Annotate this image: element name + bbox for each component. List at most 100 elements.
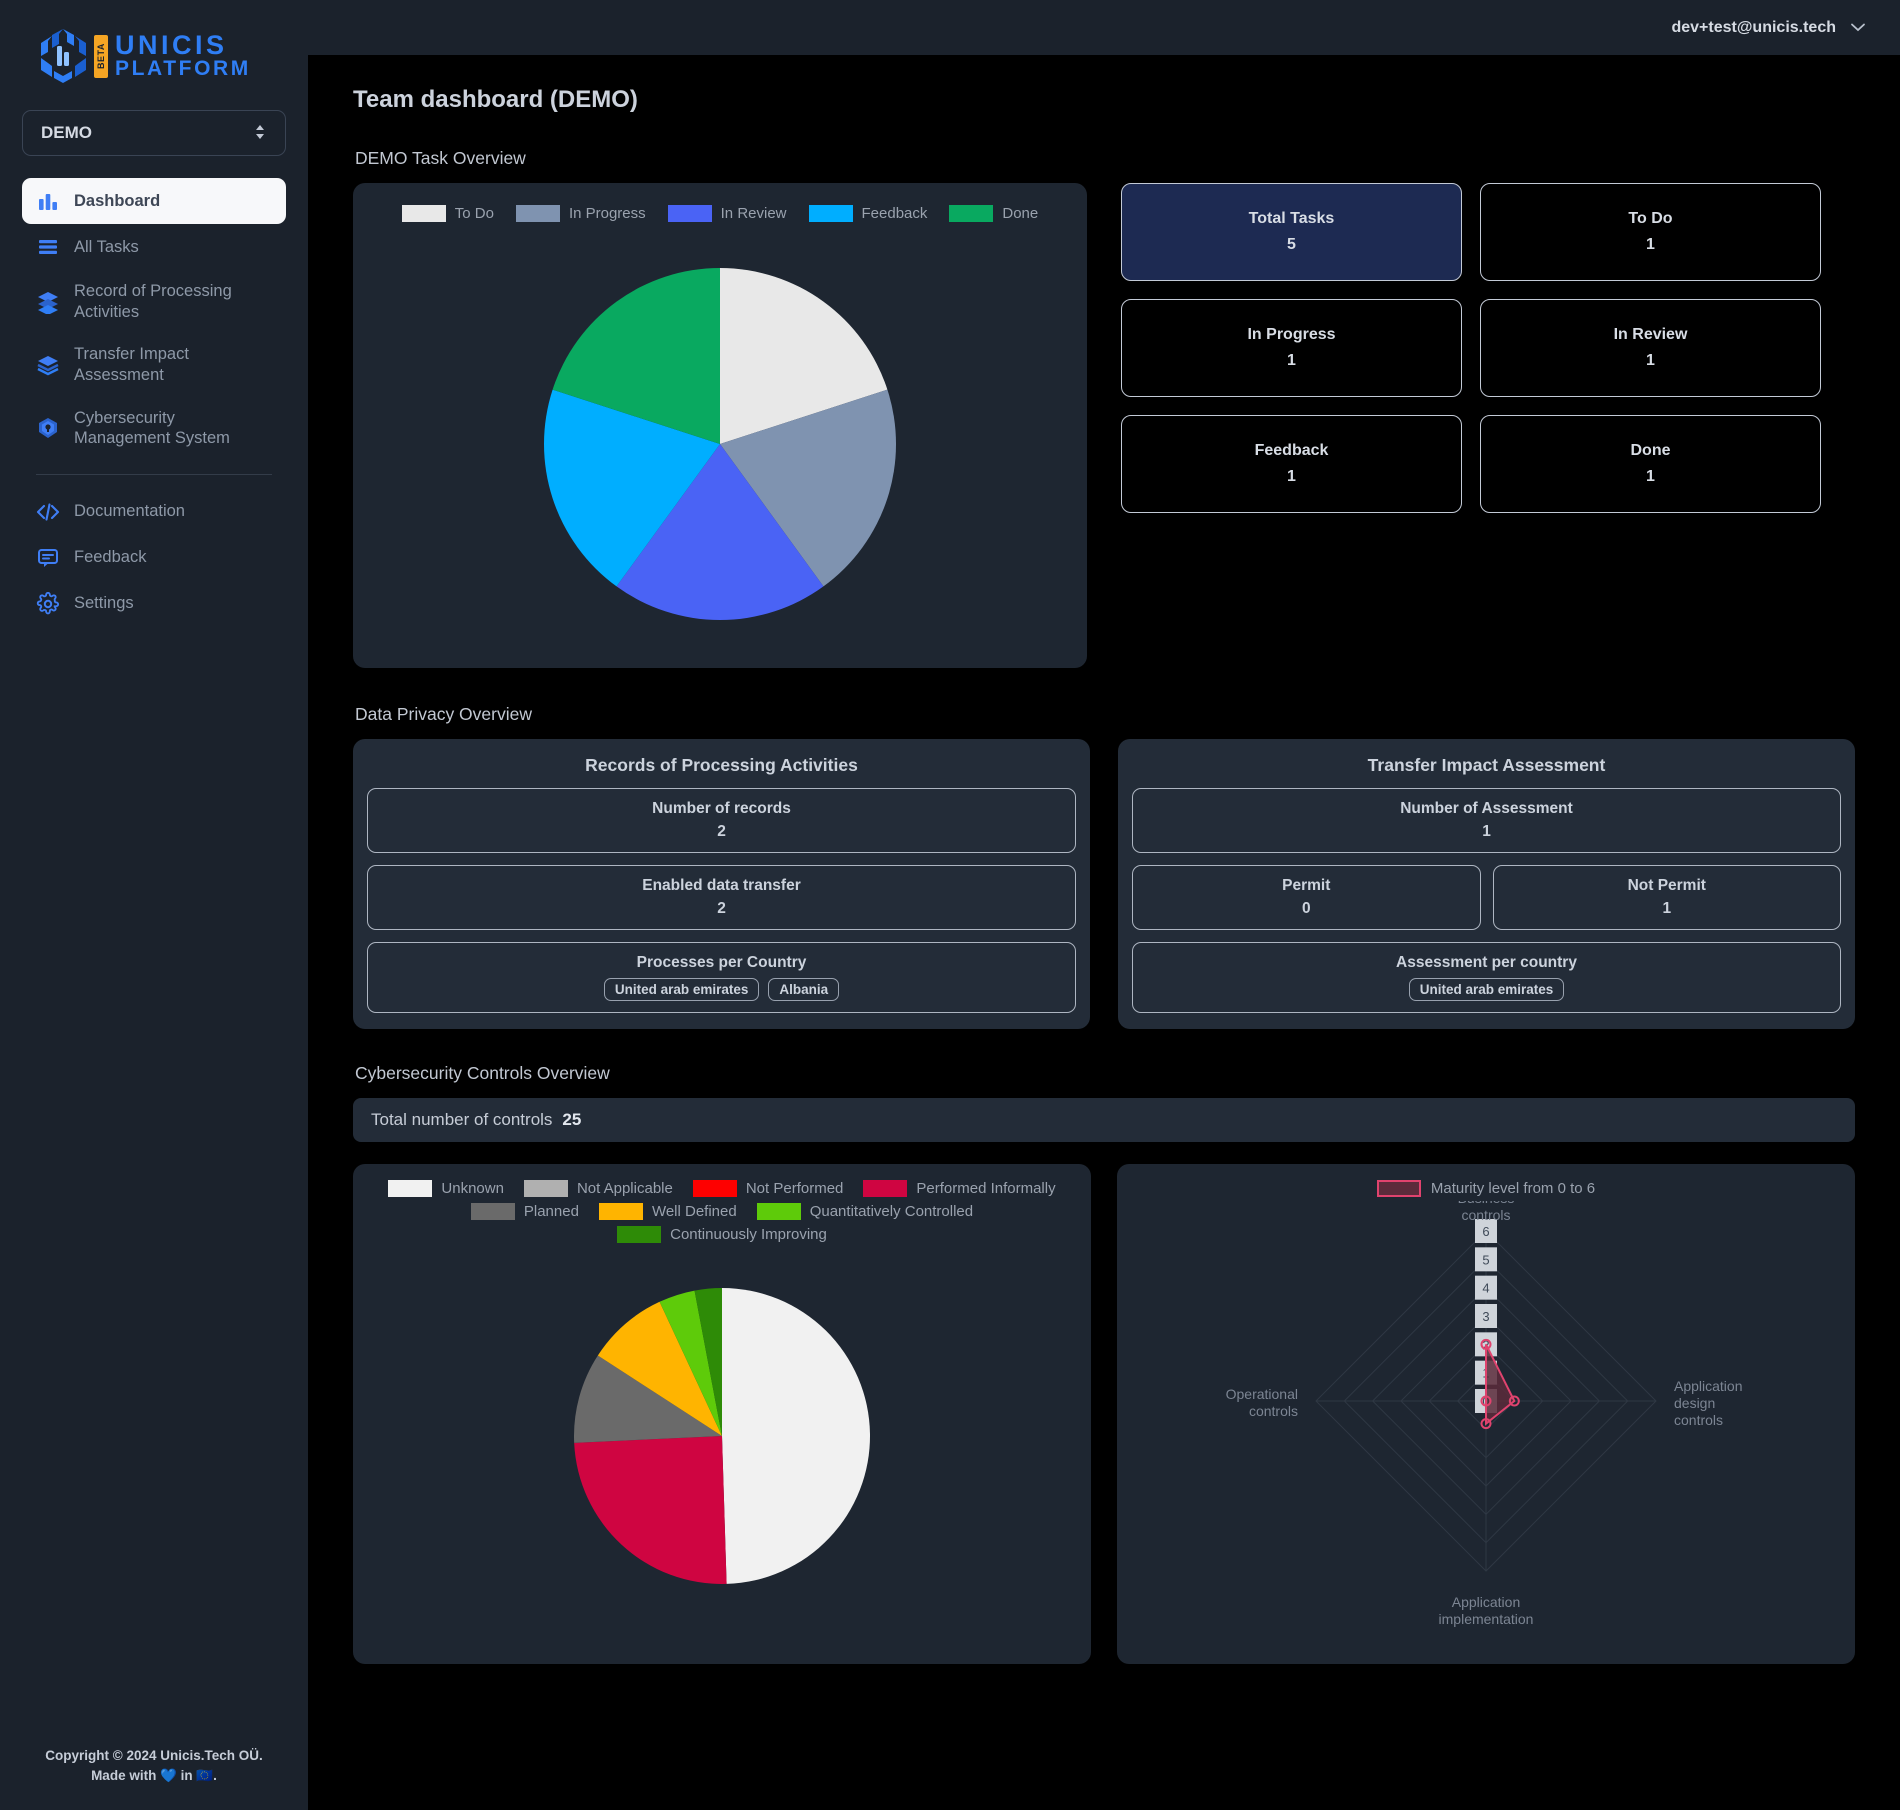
shield-hex-icon: [36, 416, 60, 440]
stat-card-feedback[interactable]: Feedback 1: [1121, 415, 1462, 513]
stat-title: Total Tasks: [1248, 210, 1335, 227]
radar-axis-label-application-implementation: controls: [1461, 1628, 1510, 1631]
legend-row: Unknown Not Applicable Not Performed Per…: [388, 1180, 1056, 1197]
sidebar-item-settings[interactable]: Settings: [22, 581, 286, 627]
sidebar-item-feedback[interactable]: Feedback: [22, 535, 286, 581]
sidebar: BETA UNICIS PLATFORM DEMO Dashboard All …: [0, 0, 308, 1810]
stat-card-done[interactable]: Done 1: [1480, 415, 1821, 513]
made-with-line: Made with 💙 in 🇪🇺.: [91, 1767, 217, 1783]
task-pie-holder: [353, 226, 1087, 654]
legend-item[interactable]: Continuously Improving: [617, 1226, 827, 1243]
legend-swatch: [756, 1203, 801, 1220]
legend-swatch: [863, 1180, 908, 1197]
ropa-card: Records of Processing Activities Number …: [353, 739, 1090, 1029]
stat-card-in-progress[interactable]: In Progress 1: [1121, 299, 1462, 397]
box-title: Permit: [1282, 877, 1331, 894]
legend-swatch: [401, 205, 446, 222]
unicis-hex-logo-icon: [34, 26, 92, 86]
bar-chart-icon: [36, 189, 60, 213]
task-pie-svg[interactable]: [510, 234, 930, 654]
sidebar-nav: Dashboard All Tasks Record of Processing…: [0, 178, 308, 627]
legend-item[interactable]: Unknown: [388, 1180, 504, 1197]
legend-row: Continuously Improving: [617, 1226, 827, 1243]
legend-item[interactable]: Well Defined: [598, 1203, 737, 1220]
ropa-heading: Records of Processing Activities: [585, 755, 858, 775]
pie-slice[interactable]: [574, 1436, 727, 1584]
stat-card-total-tasks[interactable]: Total Tasks 5: [1121, 183, 1462, 281]
main-area: dev+test@unicis.tech Team dashboard (DEM…: [308, 0, 1900, 1810]
ropa-number-of-records[interactable]: Number of records 2: [367, 788, 1076, 853]
sidebar-item-dashboard[interactable]: Dashboard: [22, 178, 286, 224]
legend-label: In Progress: [568, 205, 646, 222]
legend-item[interactable]: Done: [949, 205, 1038, 222]
radar-series-polygon[interactable]: [1485, 1343, 1516, 1426]
box-title: Processes per Country: [636, 954, 807, 971]
task-stats-grid: Total Tasks 5 To Do 1 In Progress 1 In R…: [1121, 183, 1821, 513]
legend-swatch: [1376, 1180, 1421, 1197]
box-value: 1: [1662, 900, 1672, 917]
legend-swatch: [388, 1180, 433, 1197]
legend-item[interactable]: Not Performed: [692, 1180, 844, 1197]
sidebar-item-documentation[interactable]: Documentation: [22, 489, 286, 535]
task-overview-row: To Do In Progress In Review Feedback Don…: [353, 183, 1855, 668]
section-label-task-overview: DEMO Task Overview: [355, 148, 526, 168]
legend-label: Not Performed: [745, 1180, 844, 1197]
radar-axis-label-business: controls: [1461, 1207, 1510, 1223]
sidebar-item-label: Documentation: [74, 502, 185, 521]
legend-item[interactable]: Feedback: [808, 205, 927, 222]
total-controls-label: Total number of controls: [371, 1110, 553, 1129]
task-pie-chart-panel: To Do In Progress In Review Feedback Don…: [353, 183, 1087, 668]
radar-tick-label: 6: [1482, 1224, 1489, 1239]
sidebar-item-cybersecurity-management-system[interactable]: Cybersecurity Management System: [22, 397, 286, 460]
sidebar-item-label: Dashboard: [74, 191, 161, 210]
legend-item[interactable]: Planned: [470, 1203, 579, 1220]
tia-permit-pair: Permit 0 Not Permit 1: [1132, 865, 1841, 930]
controls-pie-legend: Unknown Not Applicable Not Performed Per…: [353, 1180, 1091, 1243]
org-selector-value: DEMO: [41, 123, 92, 142]
country-chip[interactable]: United arab emirates: [603, 978, 760, 1001]
org-selector[interactable]: DEMO: [22, 110, 286, 156]
legend-label: Quantitatively Controlled: [809, 1203, 974, 1220]
data-privacy-row: Records of Processing Activities Number …: [353, 739, 1855, 1029]
legend-item[interactable]: In Progress: [515, 205, 646, 222]
sidebar-item-transfer-impact-assessment[interactable]: Transfer Impact Assessment: [22, 333, 286, 396]
radar-legend[interactable]: Maturity level from 0 to 6: [1117, 1180, 1855, 1197]
user-email: dev+test@unicis.tech: [1671, 18, 1836, 36]
legend-item[interactable]: Performed Informally: [863, 1180, 1056, 1197]
ropa-processes-per-country[interactable]: Processes per Country United arab emirat…: [367, 942, 1076, 1013]
box-value: 2: [717, 823, 726, 840]
sidebar-item-all-tasks[interactable]: All Tasks: [22, 224, 286, 270]
tia-not-permit[interactable]: Not Permit 1: [1492, 865, 1841, 930]
tia-permit[interactable]: Permit 0: [1132, 865, 1481, 930]
chevron-down-icon[interactable]: [1850, 19, 1866, 36]
legend-item[interactable]: In Review: [667, 205, 787, 222]
brand-logo[interactable]: BETA UNICIS PLATFORM: [0, 0, 308, 96]
ropa-enabled-data-transfer[interactable]: Enabled data transfer 2: [367, 865, 1076, 930]
country-chip[interactable]: United arab emirates: [1408, 978, 1565, 1001]
controls-pie-panel: Unknown Not Applicable Not Performed Per…: [353, 1164, 1091, 1664]
legend-item[interactable]: To Do: [401, 205, 494, 222]
pie-slice[interactable]: [722, 1288, 871, 1584]
stat-title: Done: [1630, 442, 1671, 459]
tia-number-of-assessment[interactable]: Number of Assessment 1: [1132, 788, 1841, 853]
brand-name-line2: PLATFORM: [115, 56, 251, 80]
sidebar-item-label: Feedback: [74, 548, 147, 567]
sidebar-item-record-of-processing-activities[interactable]: Record of Processing Activities: [22, 270, 286, 333]
box-title: Assessment per country: [1396, 954, 1577, 971]
box-title: Number of Assessment: [1400, 800, 1573, 817]
stat-value: 1: [1646, 352, 1655, 369]
sidebar-footer: Copyright © 2024 Unicis.Tech OÜ. Made wi…: [0, 1746, 308, 1787]
legend-item[interactable]: Quantitatively Controlled: [756, 1203, 974, 1220]
sidebar-item-label: All Tasks: [74, 237, 139, 256]
legend-item[interactable]: Not Applicable: [523, 1180, 673, 1197]
tia-assessment-per-country[interactable]: Assessment per country United arab emira…: [1132, 942, 1841, 1013]
beta-badge: BETA: [94, 34, 108, 78]
app-root: BETA UNICIS PLATFORM DEMO Dashboard All …: [0, 0, 1900, 1810]
country-chip[interactable]: Albania: [768, 978, 840, 1001]
sidebar-item-label: Cybersecurity Management System: [74, 408, 230, 448]
maturity-radar-svg[interactable]: 0123456BusinesscontrolsApplicationdesign…: [1136, 1201, 1836, 1631]
controls-pie-svg[interactable]: [537, 1251, 907, 1621]
cybersecurity-row: Unknown Not Applicable Not Performed Per…: [353, 1164, 1855, 1664]
stat-card-to-do[interactable]: To Do 1: [1480, 183, 1821, 281]
stat-card-in-review[interactable]: In Review 1: [1480, 299, 1821, 397]
